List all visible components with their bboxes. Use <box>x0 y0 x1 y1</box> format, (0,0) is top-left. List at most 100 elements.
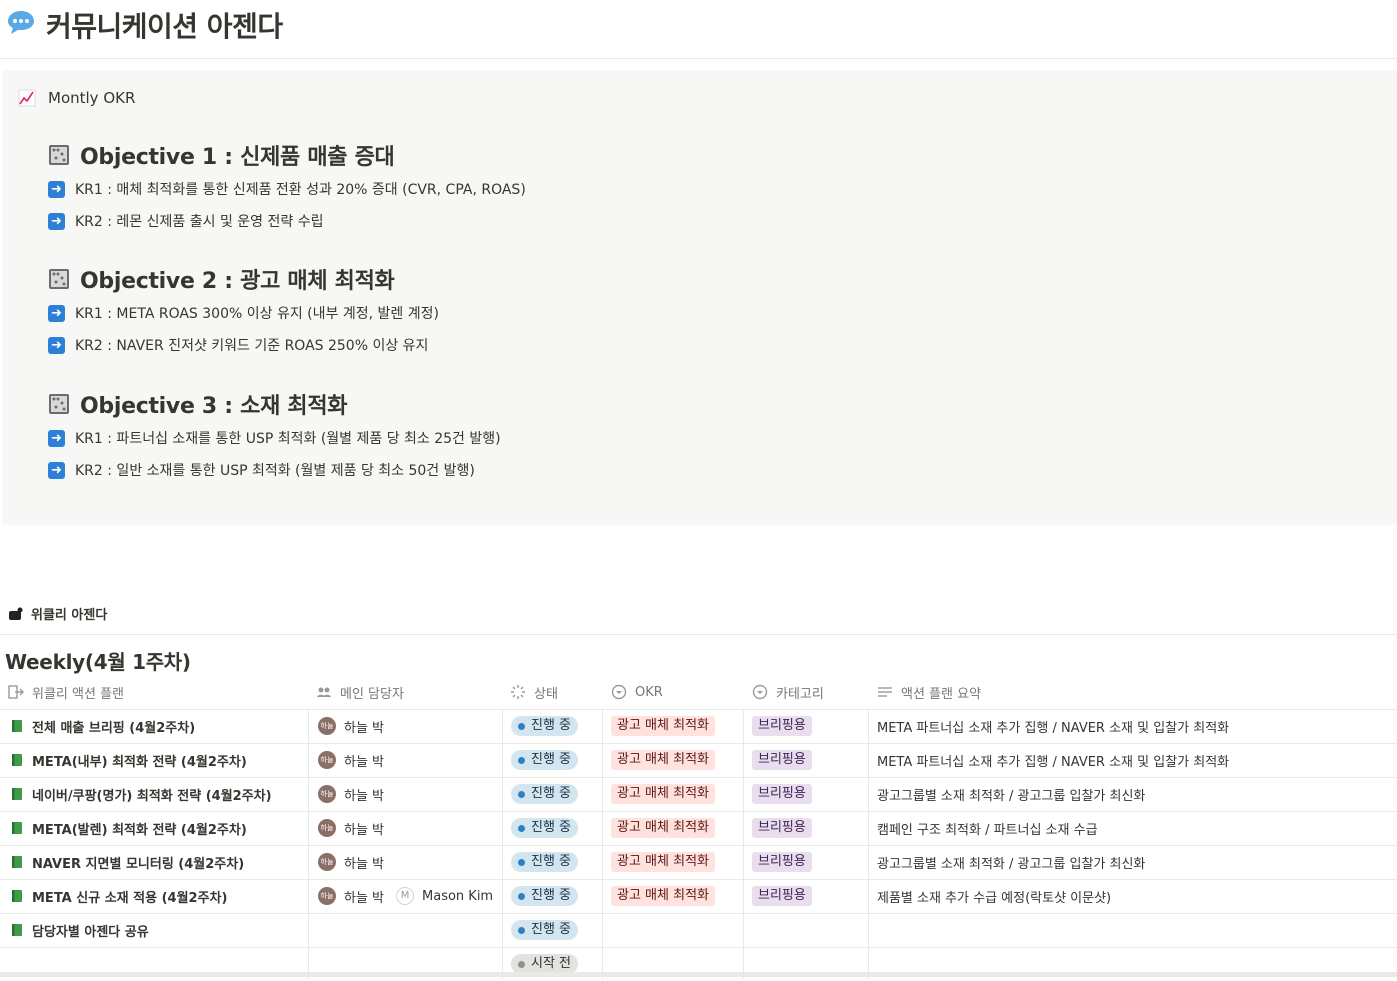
people-icon <box>317 687 331 697</box>
okr-tag: 광고 매체 최적화 <box>611 716 715 736</box>
row-title-cell[interactable]: META(내부) 최적화 전략 (4월2주차) <box>11 743 247 777</box>
summary-cell[interactable]: META 파트너십 소재 추가 집행 / NAVER 소재 및 입찰가 최적화 <box>877 709 1229 743</box>
column-header-category[interactable]: 카테고리 <box>752 675 824 709</box>
status-cell[interactable]: 진행 중 <box>511 879 579 913</box>
category-tag: 브리핑용 <box>752 750 812 770</box>
row-title-cell[interactable]: 전체 매출 브리핑 (4월2주차) <box>11 709 195 743</box>
owner-cell[interactable]: 하늘 하늘 박 M Mason Kim <box>318 879 493 913</box>
kr-item: ➜ KR2 : 일반 소재를 통한 USP 최적화 (월별 제품 당 최소 50건… <box>48 460 475 480</box>
category-cell[interactable]: 브리핑용 <box>752 709 812 743</box>
objective-2-title: Objective 2 : 광고 매체 최적화 <box>48 263 395 295</box>
summary-cell[interactable]: 캠페인 구조 최적화 / 파트너십 소재 수급 <box>877 811 1098 845</box>
row-title-cell[interactable]: 네이버/쿠팡(명가) 최적화 전략 (4월2주차) <box>11 777 272 811</box>
table-row[interactable]: 네이버/쿠팡(명가) 최적화 전략 (4월2주차) 하늘 하늘 박 진행 중 광고… <box>0 777 1397 812</box>
category-cell[interactable]: 브리핑용 <box>752 777 812 811</box>
arrow-right-icon: ➜ <box>48 429 65 447</box>
okr-cell[interactable]: 광고 매체 최적화 <box>611 845 715 879</box>
okr-tag: 광고 매체 최적화 <box>611 818 715 838</box>
okr-cell[interactable]: 광고 매체 최적화 <box>611 743 715 777</box>
owner-cell[interactable]: 하늘 하늘 박 <box>318 709 384 743</box>
summary-cell[interactable]: 제품별 소재 추가 수급 예정(락토샷 이문샷) <box>877 879 1111 913</box>
table-row[interactable]: META(내부) 최적화 전략 (4월2주차) 하늘 하늘 박 진행 중 광고 매… <box>0 743 1397 778</box>
weekly-agenda-heading: 위클리 아젠다 <box>8 604 107 623</box>
table-row[interactable]: META 신규 소재 적용 (4월2주차) 하늘 하늘 박 M Mason Kim … <box>0 879 1397 914</box>
status-badge: 진행 중 <box>511 716 579 736</box>
okr-cell[interactable]: 광고 매체 최적화 <box>611 811 715 845</box>
avatar: 하늘 <box>318 717 336 735</box>
arrow-right-icon: ➜ <box>48 304 65 322</box>
row-title-cell[interactable]: 담당자별 아젠다 공유 <box>11 913 149 947</box>
okr-cell[interactable]: 광고 매체 최적화 <box>611 879 715 913</box>
avatar: 하늘 <box>318 751 336 769</box>
kr-item: ➜ KR2 : 레몬 신제품 출시 및 운영 전략 수립 <box>48 211 323 231</box>
owner-cell[interactable]: 하늘 하늘 박 <box>318 743 384 777</box>
abacus-icon <box>49 394 69 414</box>
speech-bubble-icon <box>8 11 34 34</box>
green-book-icon <box>12 856 22 868</box>
column-header-owner[interactable]: 메인 담당자 <box>316 675 404 709</box>
green-book-icon <box>12 924 22 936</box>
row-title-cell[interactable]: META 신규 소재 적용 (4월2주차) <box>11 879 227 913</box>
owner-cell[interactable]: 하늘 하늘 박 <box>318 811 384 845</box>
category-cell[interactable]: 브리핑용 <box>752 811 812 845</box>
avatar: 하늘 <box>318 853 336 871</box>
select-dropdown-icon <box>611 684 627 700</box>
category-tag: 브리핑용 <box>752 784 812 804</box>
table-row[interactable]: NAVER 지면별 모니터링 (4월2주차) 하늘 하늘 박 진행 중 광고 매체… <box>0 845 1397 880</box>
status-cell[interactable]: 진행 중 <box>511 913 579 947</box>
database-view-title[interactable]: Weekly(4월 1주차) <box>5 646 191 675</box>
category-cell[interactable]: 브리핑용 <box>752 879 812 913</box>
okr-cell[interactable]: 광고 매체 최적화 <box>611 709 715 743</box>
row-title-cell[interactable]: NAVER 지면별 모니터링 (4월2주차) <box>11 845 244 879</box>
table-row[interactable]: 전체 매출 브리핑 (4월2주차) 하늘 하늘 박 진행 중 광고 매체 최적화 … <box>0 709 1397 744</box>
kr-item: ➜ KR1 : META ROAS 300% 이상 유지 (내부 계정, 발렌 계… <box>48 303 439 323</box>
category-tag: 브리핑용 <box>752 852 812 872</box>
avatar: 하늘 <box>318 785 336 803</box>
status-cell[interactable]: 진행 중 <box>511 811 579 845</box>
green-book-icon <box>12 754 22 766</box>
column-header-summary[interactable]: 액션 플랜 요약 <box>877 675 981 709</box>
table-row[interactable]: META(발렌) 최적화 전략 (4월2주차) 하늘 하늘 박 진행 중 광고 매… <box>0 811 1397 846</box>
green-book-icon <box>12 890 22 902</box>
select-dropdown-icon <box>752 684 768 700</box>
chart-increasing-icon <box>18 89 36 107</box>
summary-cell[interactable]: 광고그룹별 소재 최적화 / 광고그룹 입찰가 최신화 <box>877 845 1145 879</box>
status-cell[interactable]: 진행 중 <box>511 777 579 811</box>
callout-heading-text: Montly OKR <box>48 89 136 107</box>
avatar: 하늘 <box>318 887 336 905</box>
status-badge: 진행 중 <box>511 818 579 838</box>
category-cell[interactable]: 브리핑용 <box>752 743 812 777</box>
status-cell[interactable]: 진행 중 <box>511 743 579 777</box>
callout-heading: Montly OKR <box>18 89 135 107</box>
owner-cell[interactable]: 하늘 하늘 박 <box>318 777 384 811</box>
status-badge: 진행 중 <box>511 886 579 906</box>
table-row[interactable]: 담당자별 아젠다 공유 진행 중 <box>0 913 1397 948</box>
column-header-action-plan[interactable]: 위클리 액션 플랜 <box>8 675 124 709</box>
horizontal-scrollbar[interactable] <box>0 972 1397 977</box>
status-badge: 진행 중 <box>511 852 579 872</box>
status-cell[interactable]: 진행 중 <box>511 845 579 879</box>
okr-cell[interactable]: 광고 매체 최적화 <box>611 777 715 811</box>
avatar: 하늘 <box>318 819 336 837</box>
status-cell[interactable]: 진행 중 <box>511 709 579 743</box>
kr-item: ➜ KR1 : 매체 최적화를 통한 신제품 전환 성과 20% 증대 (CVR,… <box>48 179 526 199</box>
kr-item: ➜ KR1 : 파트너십 소재를 통한 USP 최적화 (월별 제품 당 최소 2… <box>48 428 501 448</box>
row-title-cell[interactable]: META(발렌) 최적화 전략 (4월2주차) <box>11 811 247 845</box>
owner-cell[interactable]: 하늘 하늘 박 <box>318 845 384 879</box>
summary-cell[interactable]: 광고그룹별 소재 최적화 / 광고그룹 입찰가 최신화 <box>877 777 1145 811</box>
column-header-okr[interactable]: OKR <box>611 675 663 709</box>
category-tag: 브리핑용 <box>752 716 812 736</box>
page-exit-icon <box>8 685 24 699</box>
avatar: M <box>396 887 415 905</box>
category-cell[interactable]: 브리핑용 <box>752 845 812 879</box>
divider <box>0 634 1397 635</box>
status-badge: 진행 중 <box>511 920 579 940</box>
abacus-icon <box>49 269 69 289</box>
arrow-right-icon: ➜ <box>48 180 65 198</box>
okr-tag: 광고 매체 최적화 <box>611 750 715 770</box>
column-header-status[interactable]: 상태 <box>510 675 558 709</box>
okr-tag: 광고 매체 최적화 <box>611 784 715 804</box>
summary-cell[interactable]: META 파트너십 소재 추가 집행 / NAVER 소재 및 입찰가 최적화 <box>877 743 1229 777</box>
status-badge: 진행 중 <box>511 750 579 770</box>
arrow-right-icon: ➜ <box>48 461 65 479</box>
